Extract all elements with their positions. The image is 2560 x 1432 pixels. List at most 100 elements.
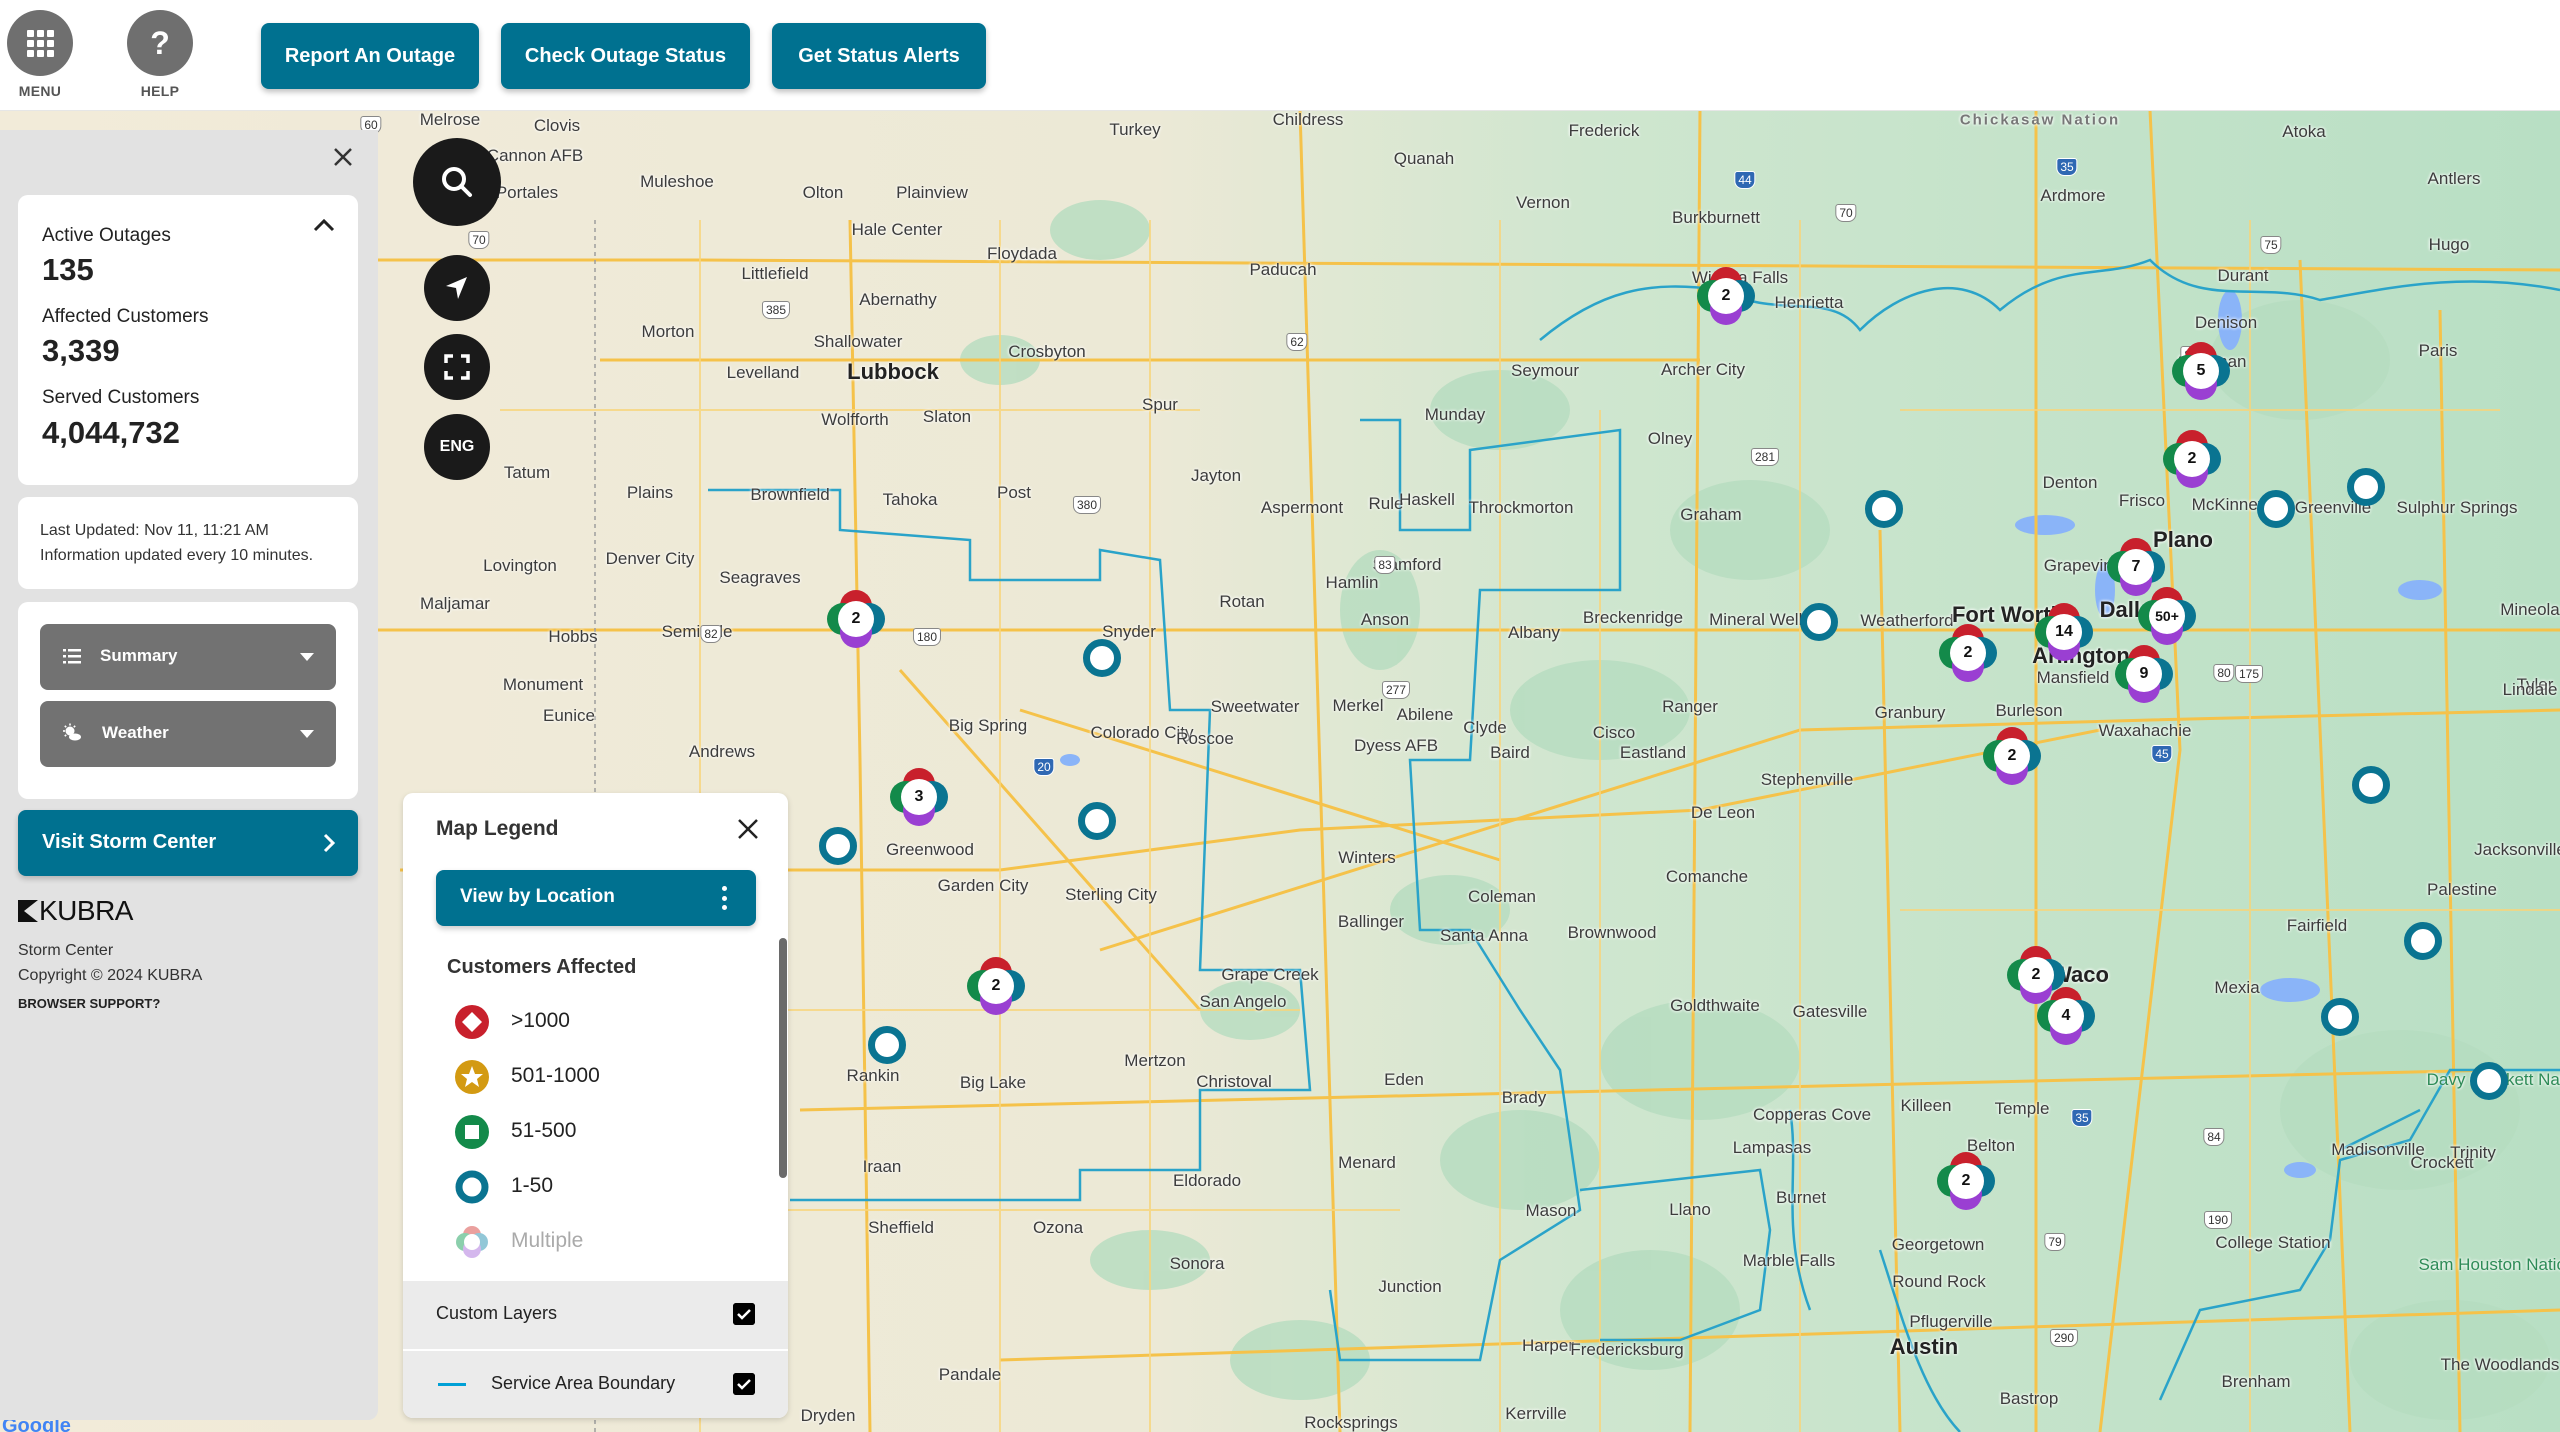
city-label: Hale Center <box>851 220 943 239</box>
outage-cluster-marker[interactable]: 2 <box>827 590 885 648</box>
kebab-menu-icon[interactable] <box>722 886 728 910</box>
city-label: Rocksprings <box>1304 1413 1398 1432</box>
city-label: Sheffield <box>868 1218 934 1237</box>
service-area-boundary-checkbox[interactable] <box>733 1373 755 1395</box>
city-label: Eunice <box>543 706 595 725</box>
city-label: Jacksonville <box>2474 840 2560 859</box>
city-label: Grape Creek <box>1221 965 1319 984</box>
outage-marker-1-50[interactable] <box>819 827 857 865</box>
locate-me-button[interactable] <box>424 255 490 321</box>
outage-map[interactable]: Melrose Clovis Cannon AFB Portales Mules… <box>0 110 2560 1432</box>
city-label: Mansfield <box>2036 668 2110 687</box>
language-button[interactable]: ENG <box>424 414 490 480</box>
city-label: Copperas Cove <box>1752 1105 1872 1124</box>
map-search-button[interactable] <box>413 138 501 226</box>
city-label: Tatum <box>503 463 551 482</box>
outage-marker-1-50[interactable] <box>868 1026 906 1064</box>
outage-cluster-marker[interactable]: 2 <box>1939 624 1997 682</box>
city-label: Denison <box>2194 313 2258 332</box>
get-status-alerts-button[interactable]: Get Status Alerts <box>772 23 986 89</box>
list-icon <box>63 649 81 664</box>
menu-button[interactable] <box>7 10 73 76</box>
outage-cluster-marker[interactable]: 3 <box>890 768 948 826</box>
city-label: Comanche <box>1665 867 1749 886</box>
legend-scrollbar[interactable] <box>779 938 787 1178</box>
check-outage-status-button[interactable]: Check Outage Status <box>501 23 750 89</box>
outage-cluster-marker[interactable]: 2 <box>1697 267 1755 325</box>
city-label: Lovington <box>483 556 557 575</box>
outage-marker-1-50[interactable] <box>1865 490 1903 528</box>
browser-support-link[interactable]: BROWSER SUPPORT? <box>18 996 160 1011</box>
weather-dropdown[interactable]: Weather <box>40 701 336 767</box>
city-label: Vernon <box>1516 193 1570 212</box>
city-label: College Station <box>2215 1233 2331 1252</box>
outage-cluster-marker[interactable]: 5 <box>2172 342 2230 400</box>
custom-layers-checkbox[interactable] <box>733 1303 755 1325</box>
outage-marker-1-50[interactable] <box>2470 1062 2508 1100</box>
report-outage-button[interactable]: Report An Outage <box>261 23 479 89</box>
visit-storm-center-label: Visit Storm Center <box>42 831 217 853</box>
outage-cluster-marker[interactable]: 2 <box>967 957 1025 1015</box>
city-label: Paducah <box>1249 260 1317 279</box>
outage-cluster-marker[interactable]: 4 <box>2037 987 2095 1045</box>
city-label: Haskell <box>1399 490 1455 509</box>
city-label: Antlers <box>2427 169 2481 188</box>
cluster-count: 14 <box>2046 614 2082 650</box>
city-label: Clovis <box>533 116 581 135</box>
city-label: Mexia <box>2214 978 2260 997</box>
outage-marker-1-50[interactable] <box>1800 603 1838 641</box>
city-label: Seminole <box>661 622 733 641</box>
visit-storm-center-button[interactable]: Visit Storm Center <box>18 810 358 876</box>
outage-marker-1-50[interactable] <box>1083 639 1121 677</box>
city-label: Dryden <box>800 1406 856 1425</box>
city-label: Morton <box>641 322 695 341</box>
custom-layers-label: Custom Layers <box>436 1303 558 1323</box>
outage-cluster-marker[interactable]: 2 <box>1937 1152 1995 1210</box>
custom-layers-section: Custom Layers Service Area Boundary <box>403 1281 788 1418</box>
outage-cluster-marker[interactable]: 2 <box>2163 430 2221 488</box>
city-label: Jayton <box>1190 466 1242 485</box>
fullscreen-icon <box>444 354 470 380</box>
city-label: Ranger <box>1662 697 1718 716</box>
help-button[interactable]: ? <box>127 10 193 76</box>
city-label: Rotan <box>1219 592 1265 611</box>
caret-down-icon <box>300 730 314 738</box>
legend-label: Multiple <box>511 1229 584 1252</box>
city-label: Denton <box>2042 473 2098 492</box>
close-legend-icon[interactable] <box>736 817 760 841</box>
close-sidebar-icon[interactable] <box>328 142 358 172</box>
city-label: Maljamar <box>420 594 490 613</box>
city-label: Abernathy <box>859 290 937 309</box>
outage-marker-1-50[interactable] <box>1078 802 1116 840</box>
weather-icon <box>63 723 81 741</box>
outage-cluster-marker[interactable]: 2 <box>1983 727 2041 785</box>
cluster-count: 3 <box>901 779 937 815</box>
active-outages-label: Active Outages <box>42 225 171 246</box>
outage-marker-1-50[interactable] <box>2352 766 2390 804</box>
view-by-location-label: View by Location <box>460 886 615 907</box>
fullscreen-button[interactable] <box>424 334 490 400</box>
chevron-right-icon <box>323 833 336 853</box>
outage-marker-1-50[interactable] <box>2321 998 2359 1036</box>
route-shield: 80 <box>2213 664 2235 682</box>
city-label: Goldthwaite <box>1670 996 1760 1015</box>
view-by-location-button[interactable]: View by Location <box>436 870 756 926</box>
cluster-count: 50+ <box>2149 598 2185 634</box>
outage-cluster-marker[interactable]: 50+ <box>2138 587 2196 645</box>
city-label: Coleman <box>1467 887 1537 906</box>
city-label: Llano <box>1669 1200 1711 1219</box>
outage-marker-1-50[interactable] <box>2257 490 2295 528</box>
city-label: Brownwood <box>1567 923 1657 942</box>
city-label: Winters <box>1338 848 1396 867</box>
outage-cluster-marker[interactable]: 14 <box>2035 603 2093 661</box>
square-green-icon <box>455 1115 489 1149</box>
city-label: De Leon <box>1690 803 1756 822</box>
outage-marker-1-50[interactable] <box>2347 468 2385 506</box>
outage-cluster-marker[interactable]: 9 <box>2115 645 2173 703</box>
summary-dropdown[interactable]: Summary <box>40 624 336 690</box>
chevron-up-icon[interactable] <box>312 217 336 233</box>
route-shield: 290 <box>2049 1329 2079 1347</box>
kubra-mark-icon <box>18 900 38 922</box>
outage-marker-1-50[interactable] <box>2404 922 2442 960</box>
city-label: Portales <box>495 183 559 202</box>
